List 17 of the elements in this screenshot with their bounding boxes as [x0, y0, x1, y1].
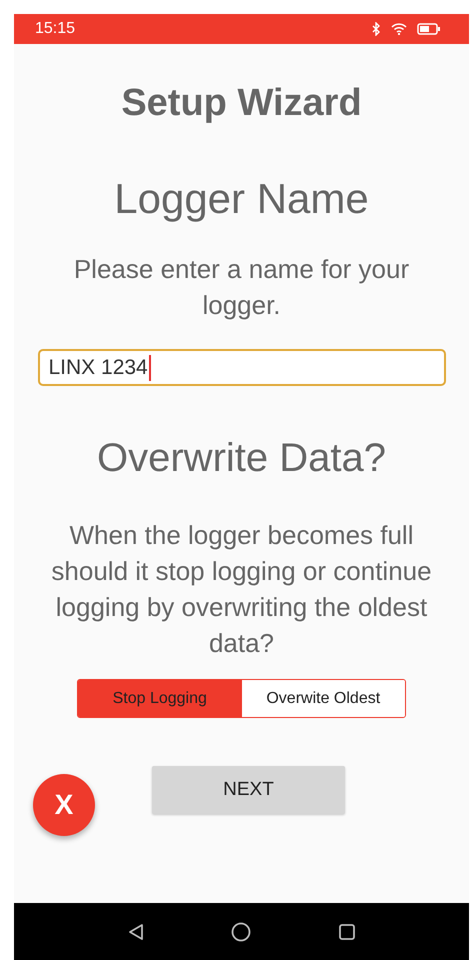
wizard-title: Setup Wizard [121, 82, 362, 125]
wifi-icon [391, 23, 407, 35]
segment-option[interactable]: Stop Logging [78, 680, 242, 717]
close-button[interactable]: X [33, 774, 95, 836]
bluetooth-icon [372, 22, 381, 36]
name-field[interactable]: LINX 1234 [38, 349, 446, 386]
next-button[interactable]: NEXT [152, 766, 345, 814]
status-time: 15:15 [35, 20, 76, 38]
section-heading: Overwrite Data? [97, 436, 386, 481]
name-prompt: Please enter a name for your logger. [72, 253, 410, 322]
segment-option[interactable]: Overwite Oldest [242, 680, 405, 717]
home-icon[interactable] [231, 922, 252, 942]
battery-icon [417, 23, 441, 35]
back-icon[interactable] [127, 922, 146, 940]
overwrite-prompt: When the logger becomes full should it stop logging or continue logging by overwriting the oldest data? [50, 519, 433, 660]
recents-icon[interactable] [338, 922, 356, 940]
section-heading: Logger Name [114, 175, 369, 223]
